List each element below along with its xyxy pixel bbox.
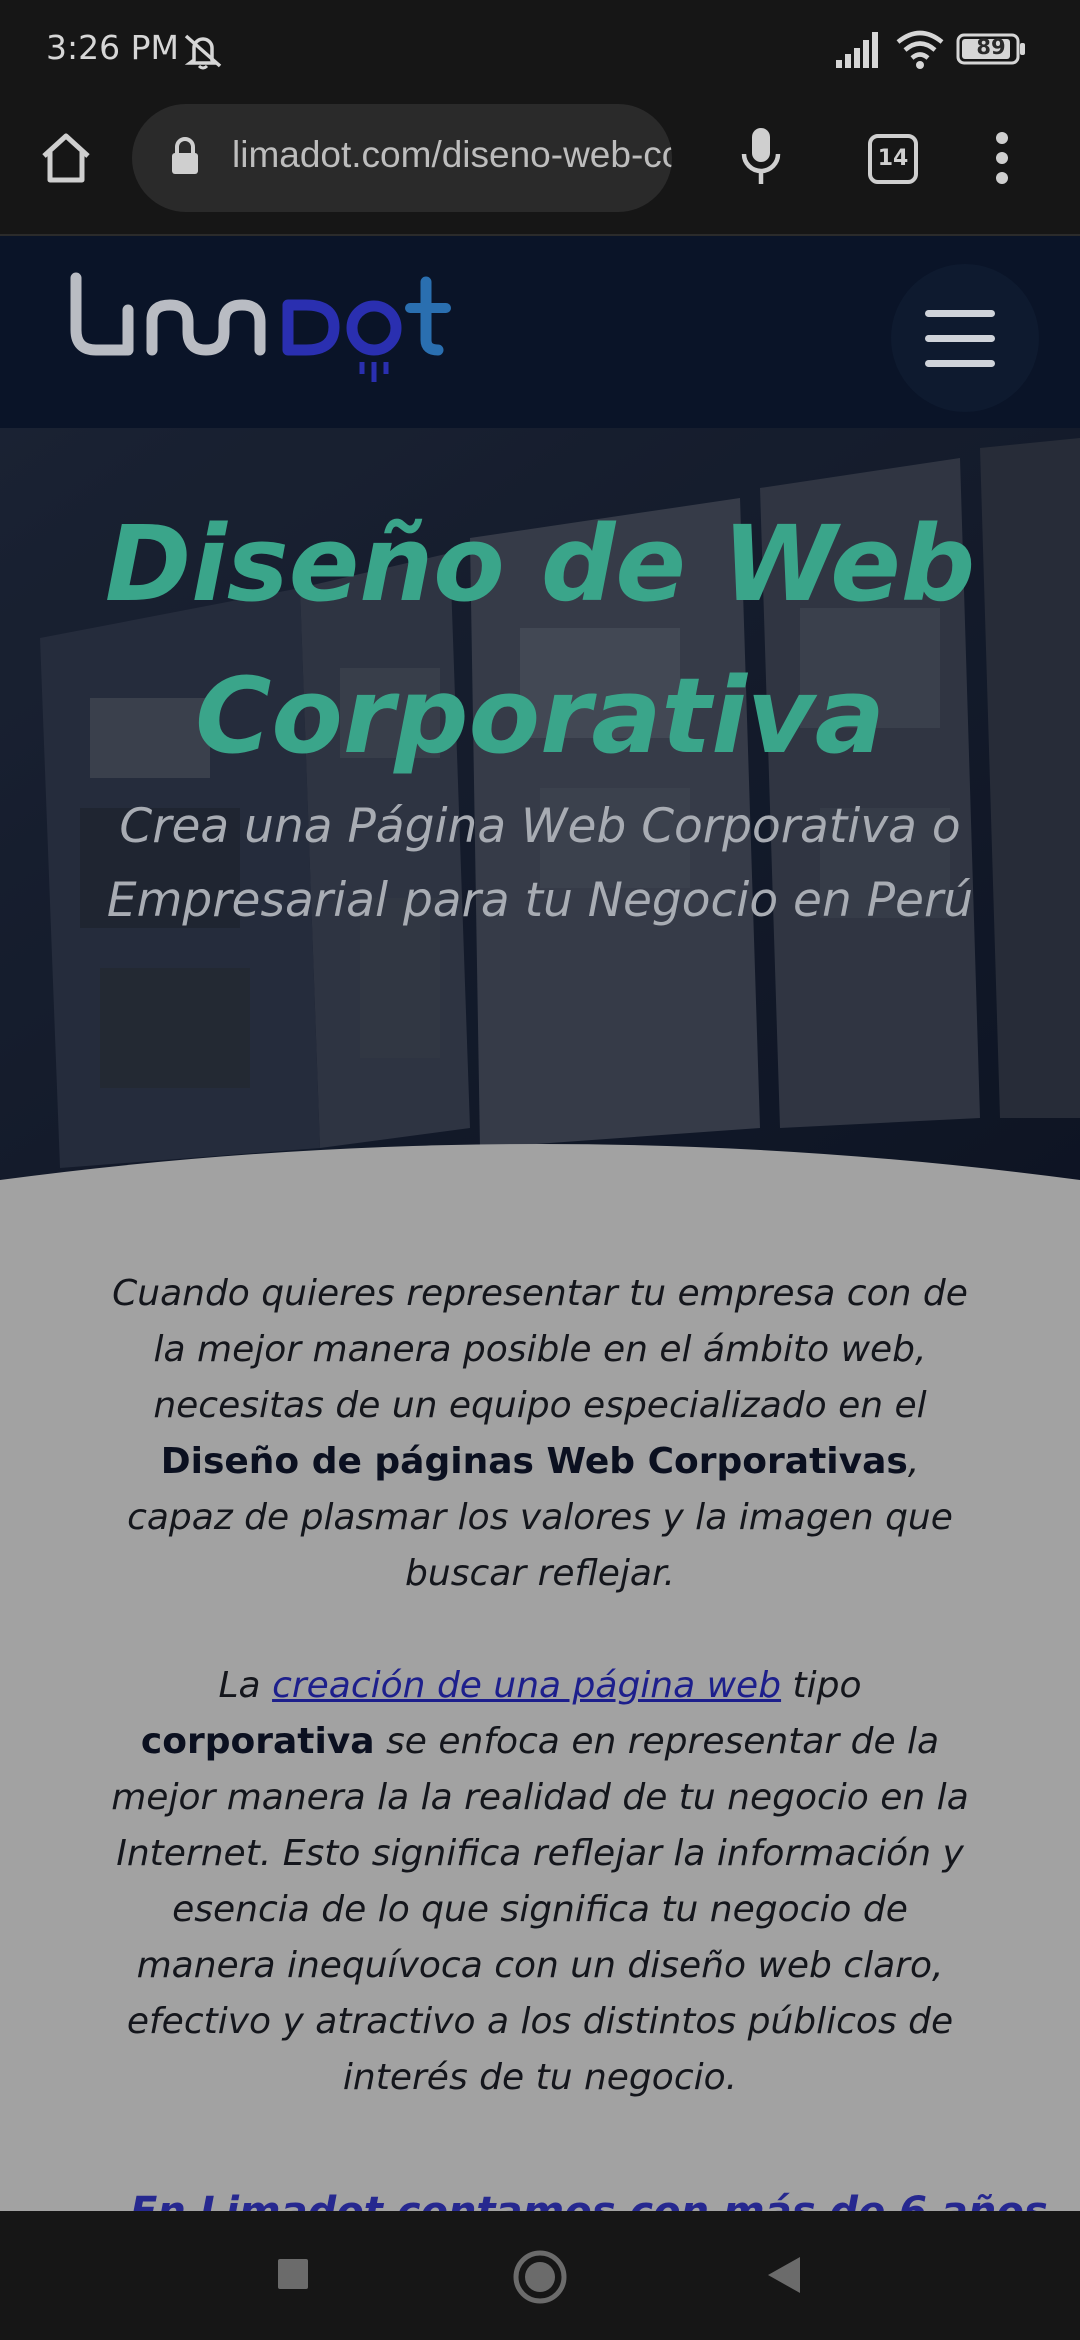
- url-text: limadot.com/diseno-web-corporativa: [232, 134, 672, 175]
- bold-text: corporativa: [140, 1721, 375, 1762]
- hero-title: Diseño de Web Corporativa: [0, 488, 1080, 792]
- home-button-icon[interactable]: [512, 2249, 568, 2305]
- recents-icon[interactable]: [276, 2257, 310, 2291]
- status-time: 3:26 PM: [46, 28, 179, 67]
- mic-icon[interactable]: [738, 126, 784, 188]
- menu-line: [925, 360, 995, 367]
- battery-level: 89: [976, 35, 1006, 59]
- back-icon[interactable]: [764, 2255, 804, 2295]
- address-bar[interactable]: limadot.com/diseno-web-corporativa: [132, 104, 672, 212]
- text: se enfoca en representar de la mejor man…: [111, 1721, 969, 2098]
- main-content: Cuando quieres representar tu empresa co…: [110, 1266, 970, 2162]
- site-header: [0, 236, 1080, 428]
- tabs-icon[interactable]: 14: [868, 134, 918, 184]
- corporate-paragraph: La creación de una página web tipo corpo…: [110, 1658, 970, 2106]
- status-bar: 3:26 PM 89: [0, 0, 1080, 100]
- wifi-icon: [896, 30, 944, 69]
- more-icon[interactable]: [990, 130, 1014, 186]
- web-page: Diseño de Web Corporativa Crea una Págin…: [0, 236, 1080, 2211]
- hero-title-line: Diseño de Web: [104, 503, 976, 625]
- text: tipo: [781, 1665, 862, 1706]
- menu-line: [925, 335, 995, 342]
- intro-paragraph: Cuando quieres representar tu empresa co…: [110, 1266, 970, 1602]
- section-heading-partial: En Limadot contamos con más de 6 años: [130, 2189, 1048, 2211]
- creacion-pagina-web-link[interactable]: creación de una página web: [272, 1665, 781, 1706]
- lock-icon: [172, 137, 198, 174]
- text: Cuando quieres representar tu empresa co…: [112, 1273, 968, 1426]
- menu-line: [925, 310, 995, 317]
- hero-title-line: Corporativa: [195, 655, 885, 777]
- hero-subtitle-line: Empresarial para tu Negocio en Perú: [106, 873, 974, 928]
- mute-icon: [184, 34, 222, 70]
- hero-subtitle: Crea una Página Web Corporativa o Empres…: [60, 790, 1020, 938]
- bold-text: Diseño de páginas Web Corporativas: [160, 1441, 908, 1482]
- hero-subtitle-line: Crea una Página Web Corporativa o: [119, 799, 961, 854]
- text: La: [218, 1665, 273, 1706]
- hero-section: Diseño de Web Corporativa Crea una Págin…: [0, 428, 1080, 1188]
- menu-button[interactable]: [891, 264, 1039, 412]
- limadot-logo[interactable]: [66, 270, 456, 400]
- home-icon[interactable]: [38, 130, 94, 186]
- battery-icon: 89: [956, 33, 1028, 65]
- browser-toolbar: limadot.com/diseno-web-corporativa 14: [0, 100, 1080, 236]
- system-nav-bar: [0, 2211, 1080, 2340]
- signal-icon: [836, 32, 878, 68]
